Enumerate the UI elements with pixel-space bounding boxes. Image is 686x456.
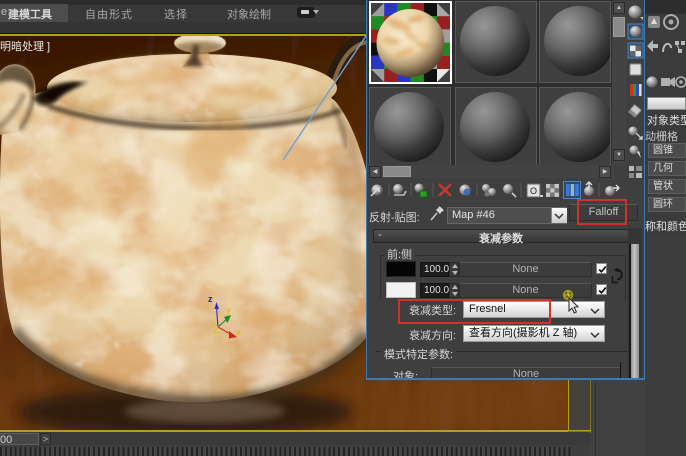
svg-text:O: O	[530, 186, 537, 196]
svg-text:y: y	[226, 305, 231, 315]
svg-text:z: z	[208, 294, 213, 304]
svg-text:x: x	[236, 327, 241, 337]
